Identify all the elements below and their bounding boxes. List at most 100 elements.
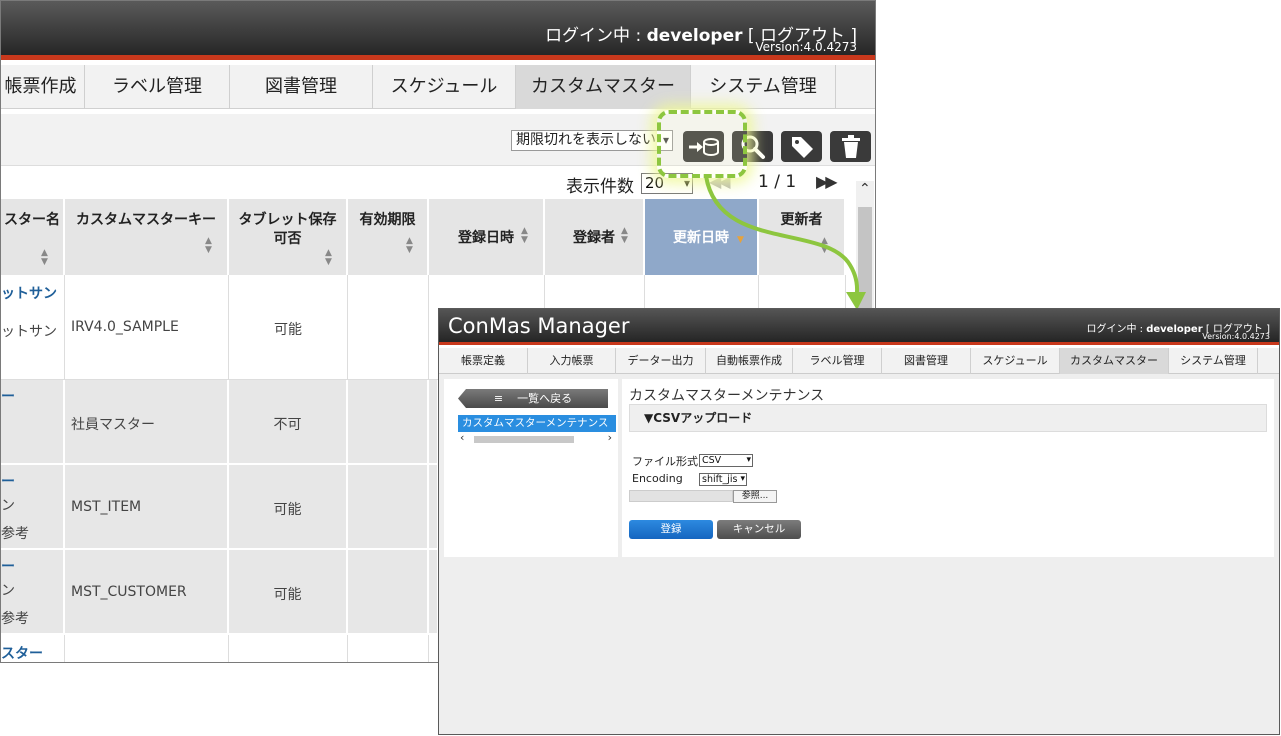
encoding-value: shift_jis (702, 474, 738, 485)
master-name-sub: ン (1, 498, 15, 514)
chevron-down-icon: ▾ (740, 474, 745, 484)
tab-system-manage[interactable]: システム管理 (691, 65, 836, 109)
col-master-key[interactable]: カスタムマスターキー ▲ ▼ (65, 199, 229, 275)
col-master-name[interactable]: スター名 ▲ ▼ (1, 199, 65, 275)
expiry-cell (348, 635, 429, 662)
col-label: カスタムマスターキー (76, 212, 216, 228)
chevron-left-icon[interactable]: ‹ (460, 431, 464, 444)
tab-system-manage[interactable]: システム管理 (1169, 348, 1258, 374)
file-format-value: CSV (702, 455, 722, 466)
sidebar-scrollbar[interactable]: ‹ › (458, 431, 614, 444)
tag-button[interactable] (781, 131, 822, 162)
col-label: タブレット保存 (238, 212, 337, 228)
tab-book-manage[interactable]: 図書管理 (230, 65, 373, 109)
tab-auto-form[interactable]: 自動帳票作成 (706, 348, 793, 374)
page-info: 1 / 1 (758, 172, 797, 192)
page-title: カスタムマスターメンテナンス (629, 388, 825, 404)
app-header: ConMas Manager ログイン中 : developer [ ログアウト… (439, 309, 1279, 345)
tab-form-create[interactable]: 帳票作成 (1, 65, 85, 109)
login-user: developer (646, 26, 743, 46)
csv-upload-window: ConMas Manager ログイン中 : developer [ ログアウト… (438, 308, 1280, 735)
tab-book-manage[interactable]: 図書管理 (882, 348, 971, 374)
tab-form-definition[interactable]: 帳票定義 (439, 348, 528, 374)
table-row[interactable]: ットサン ットサン (1, 275, 65, 380)
table-row[interactable]: ー ン 参考 (1, 465, 65, 550)
col-label: 可否 (273, 231, 302, 247)
encoding-select[interactable]: shift_jis ▾ (699, 473, 747, 486)
back-to-list-button[interactable]: ≡ 一覧へ戻る (458, 389, 608, 408)
chevron-up-icon[interactable]: ⌃ (859, 181, 871, 197)
last-page-icon[interactable]: ▶▶ (816, 172, 838, 191)
tab-schedule[interactable]: スケジュール (971, 348, 1060, 374)
master-name-sub: ン (1, 583, 15, 599)
main-nav: 帳票定義 入力帳票 データー出力 自動帳票作成 ラベル管理 図書管理 スケジュー… (439, 348, 1279, 374)
list-icon: ≡ (493, 392, 504, 405)
page-size-label: 表示件数 (566, 177, 634, 197)
expiry-filter-value: 期限切れを表示しない (516, 132, 656, 148)
expiry-filter-select[interactable]: 期限切れを表示しない ▾ (511, 130, 673, 151)
table-row[interactable]: ー (1, 380, 65, 465)
master-name-link[interactable]: ットサン (1, 283, 57, 303)
col-created-at[interactable]: 登録日時 ▲ ▼ (429, 199, 545, 275)
master-key-cell: MST_CUSTOMER (65, 550, 229, 635)
col-expiry[interactable]: 有効期限 ▲ ▼ (348, 199, 429, 275)
col-updated-at[interactable]: 更新日時 ▼ (645, 199, 759, 275)
highlight-callout (657, 110, 747, 178)
trash-icon (841, 135, 860, 158)
master-key-cell: MST_ITEM (65, 465, 229, 550)
tab-schedule[interactable]: スケジュール (373, 65, 516, 109)
col-created-by[interactable]: 登録者 ▲ ▼ (545, 199, 645, 275)
col-label: 更新日時 (673, 230, 729, 246)
tablet-cell: 不可 (229, 380, 348, 465)
col-tablet-save[interactable]: タブレット保存 可否 ▲ ▼ (229, 199, 348, 275)
col-label: 更新者 (780, 212, 823, 228)
file-format-select[interactable]: CSV ▾ (699, 454, 753, 467)
tab-custom-master[interactable]: カスタムマスター (516, 65, 691, 109)
cancel-button[interactable]: キャンセル (717, 520, 801, 539)
register-button[interactable]: 登録 (629, 520, 713, 539)
version-label: Version:4.0.4273 (755, 40, 857, 54)
sort-icon: ▲ ▼ (821, 236, 828, 255)
browse-button[interactable]: 参照... (733, 490, 777, 503)
content-area: ≡ 一覧へ戻る カスタムマスターメンテナンス ‹ › カスタムマスターメンテナンス… (439, 374, 1279, 734)
col-label: 登録者 (573, 230, 615, 246)
tablet-cell: 可能 (229, 275, 348, 380)
master-name-link[interactable]: スター (1, 643, 43, 662)
col-label: 有効期限 (359, 212, 416, 228)
master-name-note: 参考 (1, 526, 29, 542)
tablet-cell: 可能 (229, 550, 348, 635)
master-name-link[interactable]: ー (1, 556, 15, 576)
table-row[interactable]: ー ン 参考 (1, 550, 65, 635)
sidebar-item-custom-master-maintenance[interactable]: カスタムマスターメンテナンス (458, 415, 616, 432)
expiry-cell (348, 275, 429, 380)
tab-input-form[interactable]: 入力帳票 (528, 348, 616, 374)
sidebar: ≡ 一覧へ戻る カスタムマスターメンテナンス ‹ › (444, 379, 618, 557)
main-panel: カスタムマスターメンテナンス ▼CSVアップロード ファイル形式 CSV ▾ E… (622, 379, 1274, 557)
chevron-right-icon[interactable]: › (608, 431, 612, 444)
section-header[interactable]: ▼CSVアップロード (629, 404, 1267, 432)
file-format-label: ファイル形式 (632, 455, 698, 468)
scrollbar-thumb[interactable] (474, 436, 574, 443)
tab-custom-master[interactable]: カスタムマスター (1060, 348, 1169, 374)
col-updated-by[interactable]: 更新者 ▲ ▼ (759, 199, 846, 275)
version-label: Version:4.0.4273 (1202, 332, 1270, 341)
tab-label-manage[interactable]: ラベル管理 (793, 348, 882, 374)
page-size-value: 20 (645, 174, 665, 192)
master-key-cell: 社員マスター (65, 380, 229, 465)
tab-label-manage[interactable]: ラベル管理 (85, 65, 230, 109)
main-nav: 帳票作成 ラベル管理 図書管理 スケジュール カスタムマスター システム管理 (1, 65, 875, 109)
app-header: ログイン中 : developer [ ログアウト ] Version:4.0.… (1, 1, 875, 60)
sort-icon: ▲ ▼ (41, 248, 48, 267)
master-name-link[interactable]: ー (1, 386, 15, 406)
login-prefix: ログイン中 : (545, 26, 647, 46)
sort-icon: ▲ ▼ (406, 236, 413, 255)
table-row[interactable]: スター (1, 635, 65, 662)
col-label: スター名 (4, 212, 60, 228)
delete-button[interactable] (830, 131, 871, 162)
back-to-list-label: 一覧へ戻る (517, 392, 573, 405)
expiry-cell (348, 380, 429, 465)
master-name-link[interactable]: ー (1, 471, 15, 491)
tab-data-output[interactable]: データー出力 (616, 348, 706, 374)
sort-icon: ▲ ▼ (325, 248, 332, 267)
file-path-input[interactable] (629, 490, 733, 502)
